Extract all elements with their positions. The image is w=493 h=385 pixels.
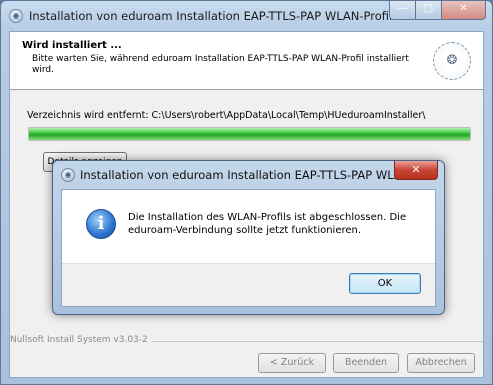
maximize-button[interactable]: □ (416, 1, 442, 20)
dialog-close-button[interactable]: ✕ (394, 161, 438, 180)
caption-buttons: — □ ✕ (389, 1, 486, 20)
minimize-button[interactable]: — (389, 1, 416, 20)
dialog-title[interactable]: Installation von eduroam Installation EA… (80, 168, 425, 182)
progress-fill (29, 128, 470, 140)
close-button[interactable]: ✕ (442, 1, 486, 20)
back-button[interactable]: < Zurück (258, 353, 326, 373)
status-text: Verzeichnis wird entfernt: C:\Users\robe… (27, 110, 426, 121)
window-title: Installation von eduroam Installation EA… (29, 9, 393, 23)
page-title: Wird installiert ... (22, 40, 122, 51)
progress-bar (28, 127, 471, 141)
dialog-app-icon: ◉ (61, 168, 75, 182)
branding-text: Nullsoft Install System v3.03-2 (10, 335, 152, 345)
app-icon: ◉ (9, 9, 23, 23)
branding-separator: Nullsoft Install System v3.03-2 (10, 335, 483, 345)
dialog-message: Die Installation des WLAN-Profils ist ab… (128, 212, 407, 236)
page-subtitle: Bitte warten Sie, während eduroam Instal… (32, 54, 409, 75)
cancel-button[interactable]: Abbrechen (407, 353, 475, 373)
dialog-body: i Die Installation des WLAN-Profils ist … (61, 189, 436, 307)
dialog-button-area: OK (62, 263, 435, 306)
info-icon: i (86, 209, 116, 239)
title-bar[interactable]: ◉ Installation von eduroam Installation … (1, 1, 492, 31)
completion-dialog: ◉ Installation von eduroam Installation … (52, 160, 445, 315)
university-seal-icon: ❂ (433, 42, 471, 80)
ok-button[interactable]: OK (349, 273, 421, 294)
finish-button[interactable]: Beenden (333, 353, 399, 373)
installer-header: Wird installiert ... Bitte warten Sie, w… (10, 32, 483, 90)
